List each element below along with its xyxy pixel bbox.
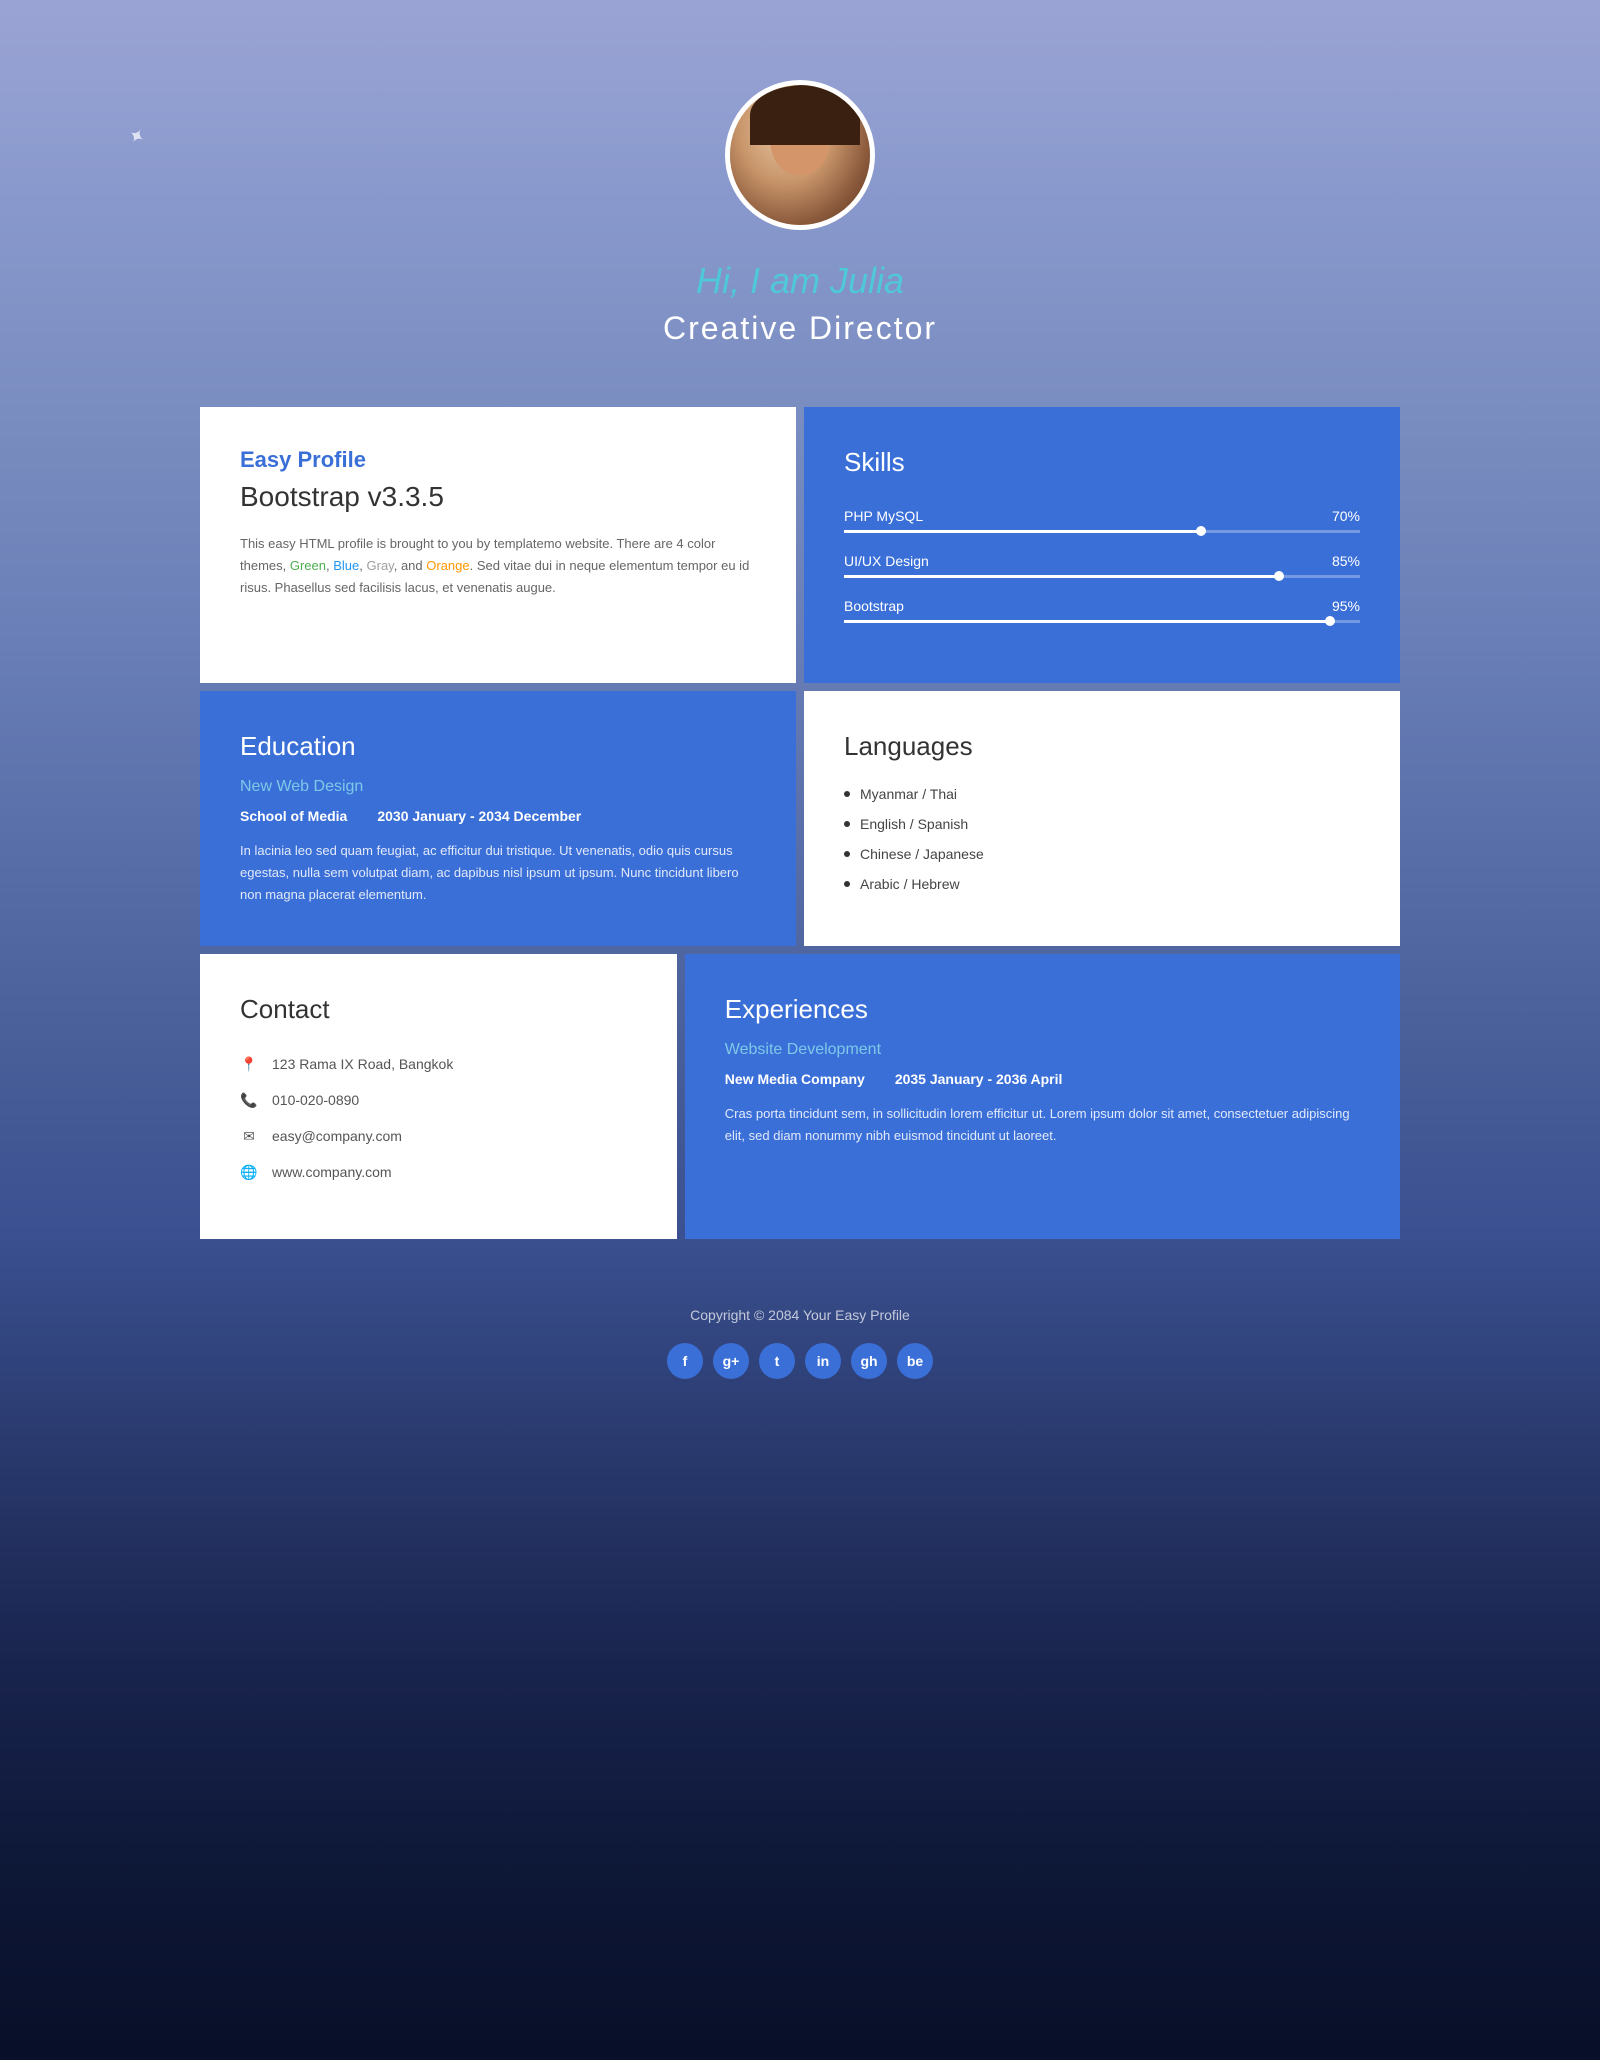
contact-email: ✉ easy@company.com <box>240 1127 637 1145</box>
website-text: www.company.com <box>272 1164 392 1180</box>
skills-card: Skills PHP MySQL 70% UI/UX Design 85% <box>804 407 1400 683</box>
list-item: English / Spanish <box>844 816 1360 832</box>
address-text: 123 Rama IX Road, Bangkok <box>272 1056 453 1072</box>
language-myanmar: Myanmar / Thai <box>860 786 957 802</box>
easy-profile-card: Easy Profile Bootstrap v3.3.5 This easy … <box>200 407 796 683</box>
exp-company-line: New Media Company 2035 January - 2036 Ap… <box>725 1071 1360 1087</box>
list-item: Myanmar / Thai <box>844 786 1360 802</box>
bullet-icon <box>844 881 850 887</box>
exp-description: Cras porta tincidunt sem, in sollicitudi… <box>725 1103 1360 1147</box>
avatar-image <box>730 85 870 225</box>
avatar <box>725 80 875 230</box>
github-icon[interactable]: gh <box>851 1343 887 1379</box>
education-card: Education New Web Design School of Media… <box>200 691 796 946</box>
easy-profile-label: Easy Profile <box>240 447 756 473</box>
language-english: English / Spanish <box>860 816 968 832</box>
languages-title: Languages <box>844 731 1360 762</box>
languages-card: Languages Myanmar / Thai English / Spani… <box>804 691 1400 946</box>
list-item: Arabic / Hebrew <box>844 876 1360 892</box>
social-icons-container: f g+ t in gh be <box>220 1343 1380 1379</box>
skill-php-bar-fill <box>844 530 1205 533</box>
experiences-card: Experiences Website Development New Medi… <box>685 954 1400 1239</box>
exp-company: New Media Company <box>725 1071 865 1087</box>
education-description: In lacinia leo sed quam feugiat, ac effi… <box>240 840 756 906</box>
skill-uiux: UI/UX Design 85% <box>844 553 1360 578</box>
hero-section: Hi, I am Julia Creative Director <box>200 0 1400 407</box>
skill-bootstrap-label: Bootstrap <box>844 598 904 614</box>
color-orange: Orange <box>426 558 469 573</box>
skill-bootstrap-bar-fill <box>844 620 1334 623</box>
skills-title: Skills <box>844 447 1360 478</box>
top-grid: Easy Profile Bootstrap v3.3.5 This easy … <box>200 407 1400 683</box>
color-green: Green <box>290 558 326 573</box>
exp-subtitle: Website Development <box>725 1041 1360 1059</box>
contact-website: 🌐 www.company.com <box>240 1163 637 1181</box>
profile-description: This easy HTML profile is brought to you… <box>240 533 756 599</box>
email-text: easy@company.com <box>272 1128 402 1144</box>
education-subtitle: New Web Design <box>240 778 756 796</box>
bullet-icon <box>844 821 850 827</box>
school-period: 2030 January - 2034 December <box>377 808 581 824</box>
skill-uiux-label: UI/UX Design <box>844 553 929 569</box>
school-line: School of Media 2030 January - 2034 Dece… <box>240 808 756 824</box>
email-icon: ✉ <box>240 1127 258 1145</box>
skill-bootstrap: Bootstrap 95% <box>844 598 1360 623</box>
copyright-text: Copyright © 2084 Your Easy Profile <box>220 1307 1380 1323</box>
skill-uiux-percent: 85% <box>1332 553 1360 569</box>
school-name: School of Media <box>240 808 347 824</box>
behance-icon[interactable]: be <box>897 1343 933 1379</box>
list-item: Chinese / Japanese <box>844 846 1360 862</box>
phone-text: 010-020-0890 <box>272 1092 359 1108</box>
skill-php: PHP MySQL 70% <box>844 508 1360 533</box>
footer: Copyright © 2084 Your Easy Profile f g+ … <box>200 1247 1400 1419</box>
google-plus-icon[interactable]: g+ <box>713 1343 749 1379</box>
contact-address: 📍 123 Rama IX Road, Bangkok <box>240 1055 637 1073</box>
location-icon: 📍 <box>240 1055 258 1073</box>
hero-greeting: Hi, I am Julia <box>200 260 1400 302</box>
exp-period: 2035 January - 2036 April <box>895 1071 1063 1087</box>
skill-php-bar-bg <box>844 530 1360 533</box>
contact-phone: 📞 010-020-0890 <box>240 1091 637 1109</box>
web-icon: 🌐 <box>240 1163 258 1181</box>
bullet-icon <box>844 851 850 857</box>
education-title: Education <box>240 731 756 762</box>
experiences-title: Experiences <box>725 994 1360 1025</box>
skill-bootstrap-percent: 95% <box>1332 598 1360 614</box>
language-arabic: Arabic / Hebrew <box>860 876 960 892</box>
skill-uiux-bar-bg <box>844 575 1360 578</box>
instagram-icon[interactable]: in <box>805 1343 841 1379</box>
bootstrap-title: Bootstrap v3.3.5 <box>240 481 756 513</box>
contact-title: Contact <box>240 994 637 1025</box>
bottom-grid: Contact 📍 123 Rama IX Road, Bangkok 📞 01… <box>200 954 1400 1239</box>
bullet-icon <box>844 791 850 797</box>
color-gray: Gray <box>367 558 394 573</box>
facebook-icon[interactable]: f <box>667 1343 703 1379</box>
middle-grid: Education New Web Design School of Media… <box>200 691 1400 946</box>
skill-php-percent: 70% <box>1332 508 1360 524</box>
contact-card: Contact 📍 123 Rama IX Road, Bangkok 📞 01… <box>200 954 677 1239</box>
hero-title: Creative Director <box>200 310 1400 347</box>
skill-bootstrap-bar-bg <box>844 620 1360 623</box>
language-chinese: Chinese / Japanese <box>860 846 984 862</box>
skill-php-label: PHP MySQL <box>844 508 923 524</box>
phone-icon: 📞 <box>240 1091 258 1109</box>
skill-uiux-bar-fill <box>844 575 1283 578</box>
color-blue: Blue <box>333 558 359 573</box>
twitter-icon[interactable]: t <box>759 1343 795 1379</box>
